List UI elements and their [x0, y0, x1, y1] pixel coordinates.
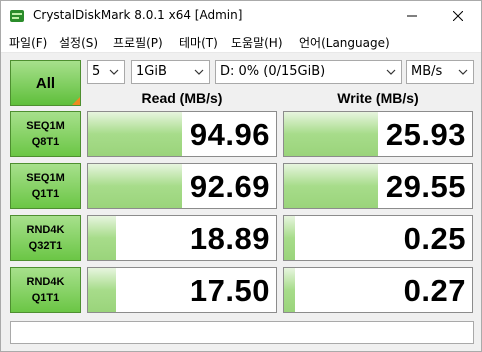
write-progress-bar — [284, 164, 378, 208]
write-progress-bar — [284, 112, 378, 156]
drive-select[interactable]: D: 0% (0/15GiB) — [215, 60, 402, 84]
read-result-cell: 17.50 — [87, 267, 277, 313]
app-icon — [10, 10, 24, 22]
all-button[interactable]: All — [10, 60, 81, 106]
write-value: 29.55 — [385, 169, 466, 204]
write-value: 0.25 — [403, 221, 466, 256]
write-result-cell: 0.25 — [283, 215, 473, 261]
close-icon — [453, 11, 463, 21]
write-progress-bar — [284, 216, 296, 260]
read-result-cell: 92.69 — [87, 163, 277, 209]
window-title: CrystalDiskMark 8.0.1 x64 [Admin] — [33, 8, 243, 22]
write-result-cell: 0.27 — [283, 267, 473, 313]
read-column-header: Read (MB/s) — [141, 90, 223, 106]
close-button[interactable] — [435, 1, 481, 31]
corner-marker — [72, 97, 80, 105]
read-value: 94.96 — [189, 117, 270, 152]
write-progress-bar — [284, 268, 296, 312]
chevron-down-icon — [385, 61, 397, 83]
read-progress-bar — [88, 112, 182, 156]
menu-help[interactable]: 도움말(H) — [231, 34, 283, 51]
test-count-value: 5 — [92, 64, 101, 79]
chevron-down-icon — [457, 61, 469, 83]
test-button-seq1m-q8t1[interactable]: SEQ1M Q8T1 — [10, 111, 81, 157]
menu-language[interactable]: 언어(Language) — [299, 34, 390, 51]
test-params: Q32T1 — [28, 240, 63, 252]
chevron-down-icon — [193, 61, 205, 83]
drive-value: D: 0% (0/15GiB) — [220, 64, 326, 79]
write-value: 25.93 — [385, 117, 466, 152]
menu-settings[interactable]: 설정(S) — [59, 34, 98, 51]
read-progress-bar — [88, 268, 117, 312]
read-value: 92.69 — [189, 169, 270, 204]
read-result-cell: 94.96 — [87, 111, 277, 157]
write-column-header: Write (MB/s) — [337, 90, 419, 106]
test-button-seq1m-q1t1[interactable]: SEQ1M Q1T1 — [10, 163, 81, 209]
test-size-value: 1GiB — [136, 64, 167, 79]
unit-select[interactable]: MB/s — [406, 60, 474, 84]
menu-profile[interactable]: 프로필(P) — [113, 34, 163, 51]
test-name: SEQ1M — [26, 120, 65, 132]
read-progress-bar — [88, 164, 182, 208]
test-params: Q8T1 — [31, 136, 60, 148]
read-value: 18.89 — [189, 221, 270, 256]
menu-theme[interactable]: 테마(T) — [179, 34, 218, 51]
title-bar[interactable]: CrystalDiskMark 8.0.1 x64 [Admin] — [1, 1, 481, 31]
comment-field[interactable] — [10, 321, 474, 344]
test-name: RND4K — [26, 276, 65, 288]
main-panel: All 5 1GiB D: 0% (0/15GiB) MB/s Read (MB… — [1, 53, 481, 351]
test-button-rnd4k-q32t1[interactable]: RND4K Q32T1 — [10, 215, 81, 261]
minimize-button[interactable] — [389, 1, 435, 31]
write-result-cell: 29.55 — [283, 163, 473, 209]
read-result-cell: 18.89 — [87, 215, 277, 261]
test-count-select[interactable]: 5 — [87, 60, 125, 84]
test-name: RND4K — [26, 224, 65, 236]
test-name: SEQ1M — [26, 172, 65, 184]
read-value: 17.50 — [189, 273, 270, 308]
test-params: Q1T1 — [31, 292, 60, 304]
menu-bar: 파일(F) 설정(S) 프로필(P) 테마(T) 도움말(H) 언어(Langu… — [1, 31, 481, 53]
write-value: 0.27 — [403, 273, 466, 308]
chevron-down-icon — [108, 61, 120, 83]
minimize-icon — [407, 15, 417, 17]
write-result-cell: 25.93 — [283, 111, 473, 157]
menu-file[interactable]: 파일(F) — [9, 34, 47, 51]
test-params: Q1T1 — [31, 188, 60, 200]
test-size-select[interactable]: 1GiB — [131, 60, 210, 84]
all-button-label: All — [35, 74, 56, 92]
test-button-rnd4k-q1t1[interactable]: RND4K Q1T1 — [10, 267, 81, 313]
unit-value: MB/s — [411, 64, 443, 79]
read-progress-bar — [88, 216, 117, 260]
app-window: CrystalDiskMark 8.0.1 x64 [Admin] 파일(F) … — [0, 0, 482, 352]
